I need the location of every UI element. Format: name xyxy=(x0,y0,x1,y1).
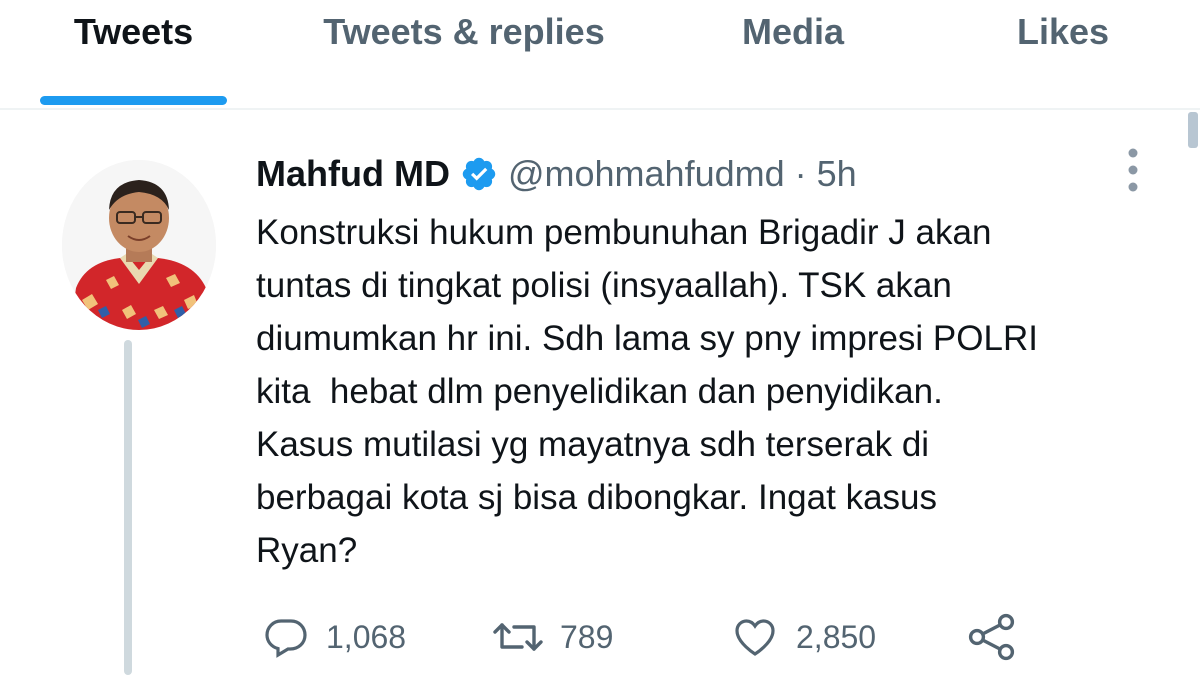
scrollbar-thumb[interactable] xyxy=(1188,112,1198,148)
retweet-button[interactable]: 789 xyxy=(492,610,613,664)
tweet-header: Mahfud MD @mohmahfudmd · 5h xyxy=(256,150,857,198)
separator-dot: · xyxy=(794,153,807,194)
retweet-count: 789 xyxy=(560,618,614,655)
author-name[interactable]: Mahfud MD xyxy=(256,153,450,195)
share-icon xyxy=(966,612,1018,662)
tweet-text-line: diumumkan hr ini. Sdh lama sy pny impres… xyxy=(256,319,1038,358)
like-count: 2,850 xyxy=(796,618,877,655)
verified-badge-icon xyxy=(460,155,498,193)
reply-count: 1,068 xyxy=(326,618,407,655)
tab-tweets-and-replies[interactable]: Tweets & replies xyxy=(296,8,632,56)
tweet-actions: 1,068 789 2,850 xyxy=(256,610,1036,664)
tweet-text-line: kita hebat dlm penyelidikan dan penyidik… xyxy=(256,372,943,411)
profile-tabs: Tweets Tweets & replies Media Likes xyxy=(0,0,1200,110)
reply-icon xyxy=(262,613,310,661)
tweet-text-line: berbagai kota sj bisa dibongkar. Ingat k… xyxy=(256,478,937,517)
tab-likes[interactable]: Likes xyxy=(1000,8,1126,56)
scrollbar-track[interactable] xyxy=(1186,110,1200,675)
retweet-icon xyxy=(492,613,544,661)
tweet-text: Konstruksi hukum pembunuhan Brigadir J a… xyxy=(256,206,1156,577)
heart-icon xyxy=(730,613,780,661)
active-tab-indicator xyxy=(40,96,227,105)
thread-line xyxy=(124,340,132,675)
tweet-text-line: tuntas di tingkat polisi (insyaallah). T… xyxy=(256,266,952,305)
tweet-timestamp[interactable]: 5h xyxy=(817,153,857,195)
more-vertical-icon[interactable] xyxy=(1118,145,1148,195)
avatar[interactable] xyxy=(62,160,216,330)
reply-button[interactable]: 1,068 xyxy=(262,610,406,664)
tweet-text-line: Ryan? xyxy=(256,531,358,570)
share-button[interactable] xyxy=(966,610,1018,664)
tab-tweets[interactable]: Tweets xyxy=(40,8,227,56)
tweet-text-line: Kasus mutilasi yg mayatnya sdh terserak … xyxy=(256,425,930,464)
tweet-text-line: Konstruksi hukum pembunuhan Brigadir J a… xyxy=(256,213,992,252)
tab-media[interactable]: Media xyxy=(720,8,866,56)
like-button[interactable]: 2,850 xyxy=(730,610,876,664)
author-handle[interactable]: @mohmahfudmd xyxy=(508,153,785,195)
